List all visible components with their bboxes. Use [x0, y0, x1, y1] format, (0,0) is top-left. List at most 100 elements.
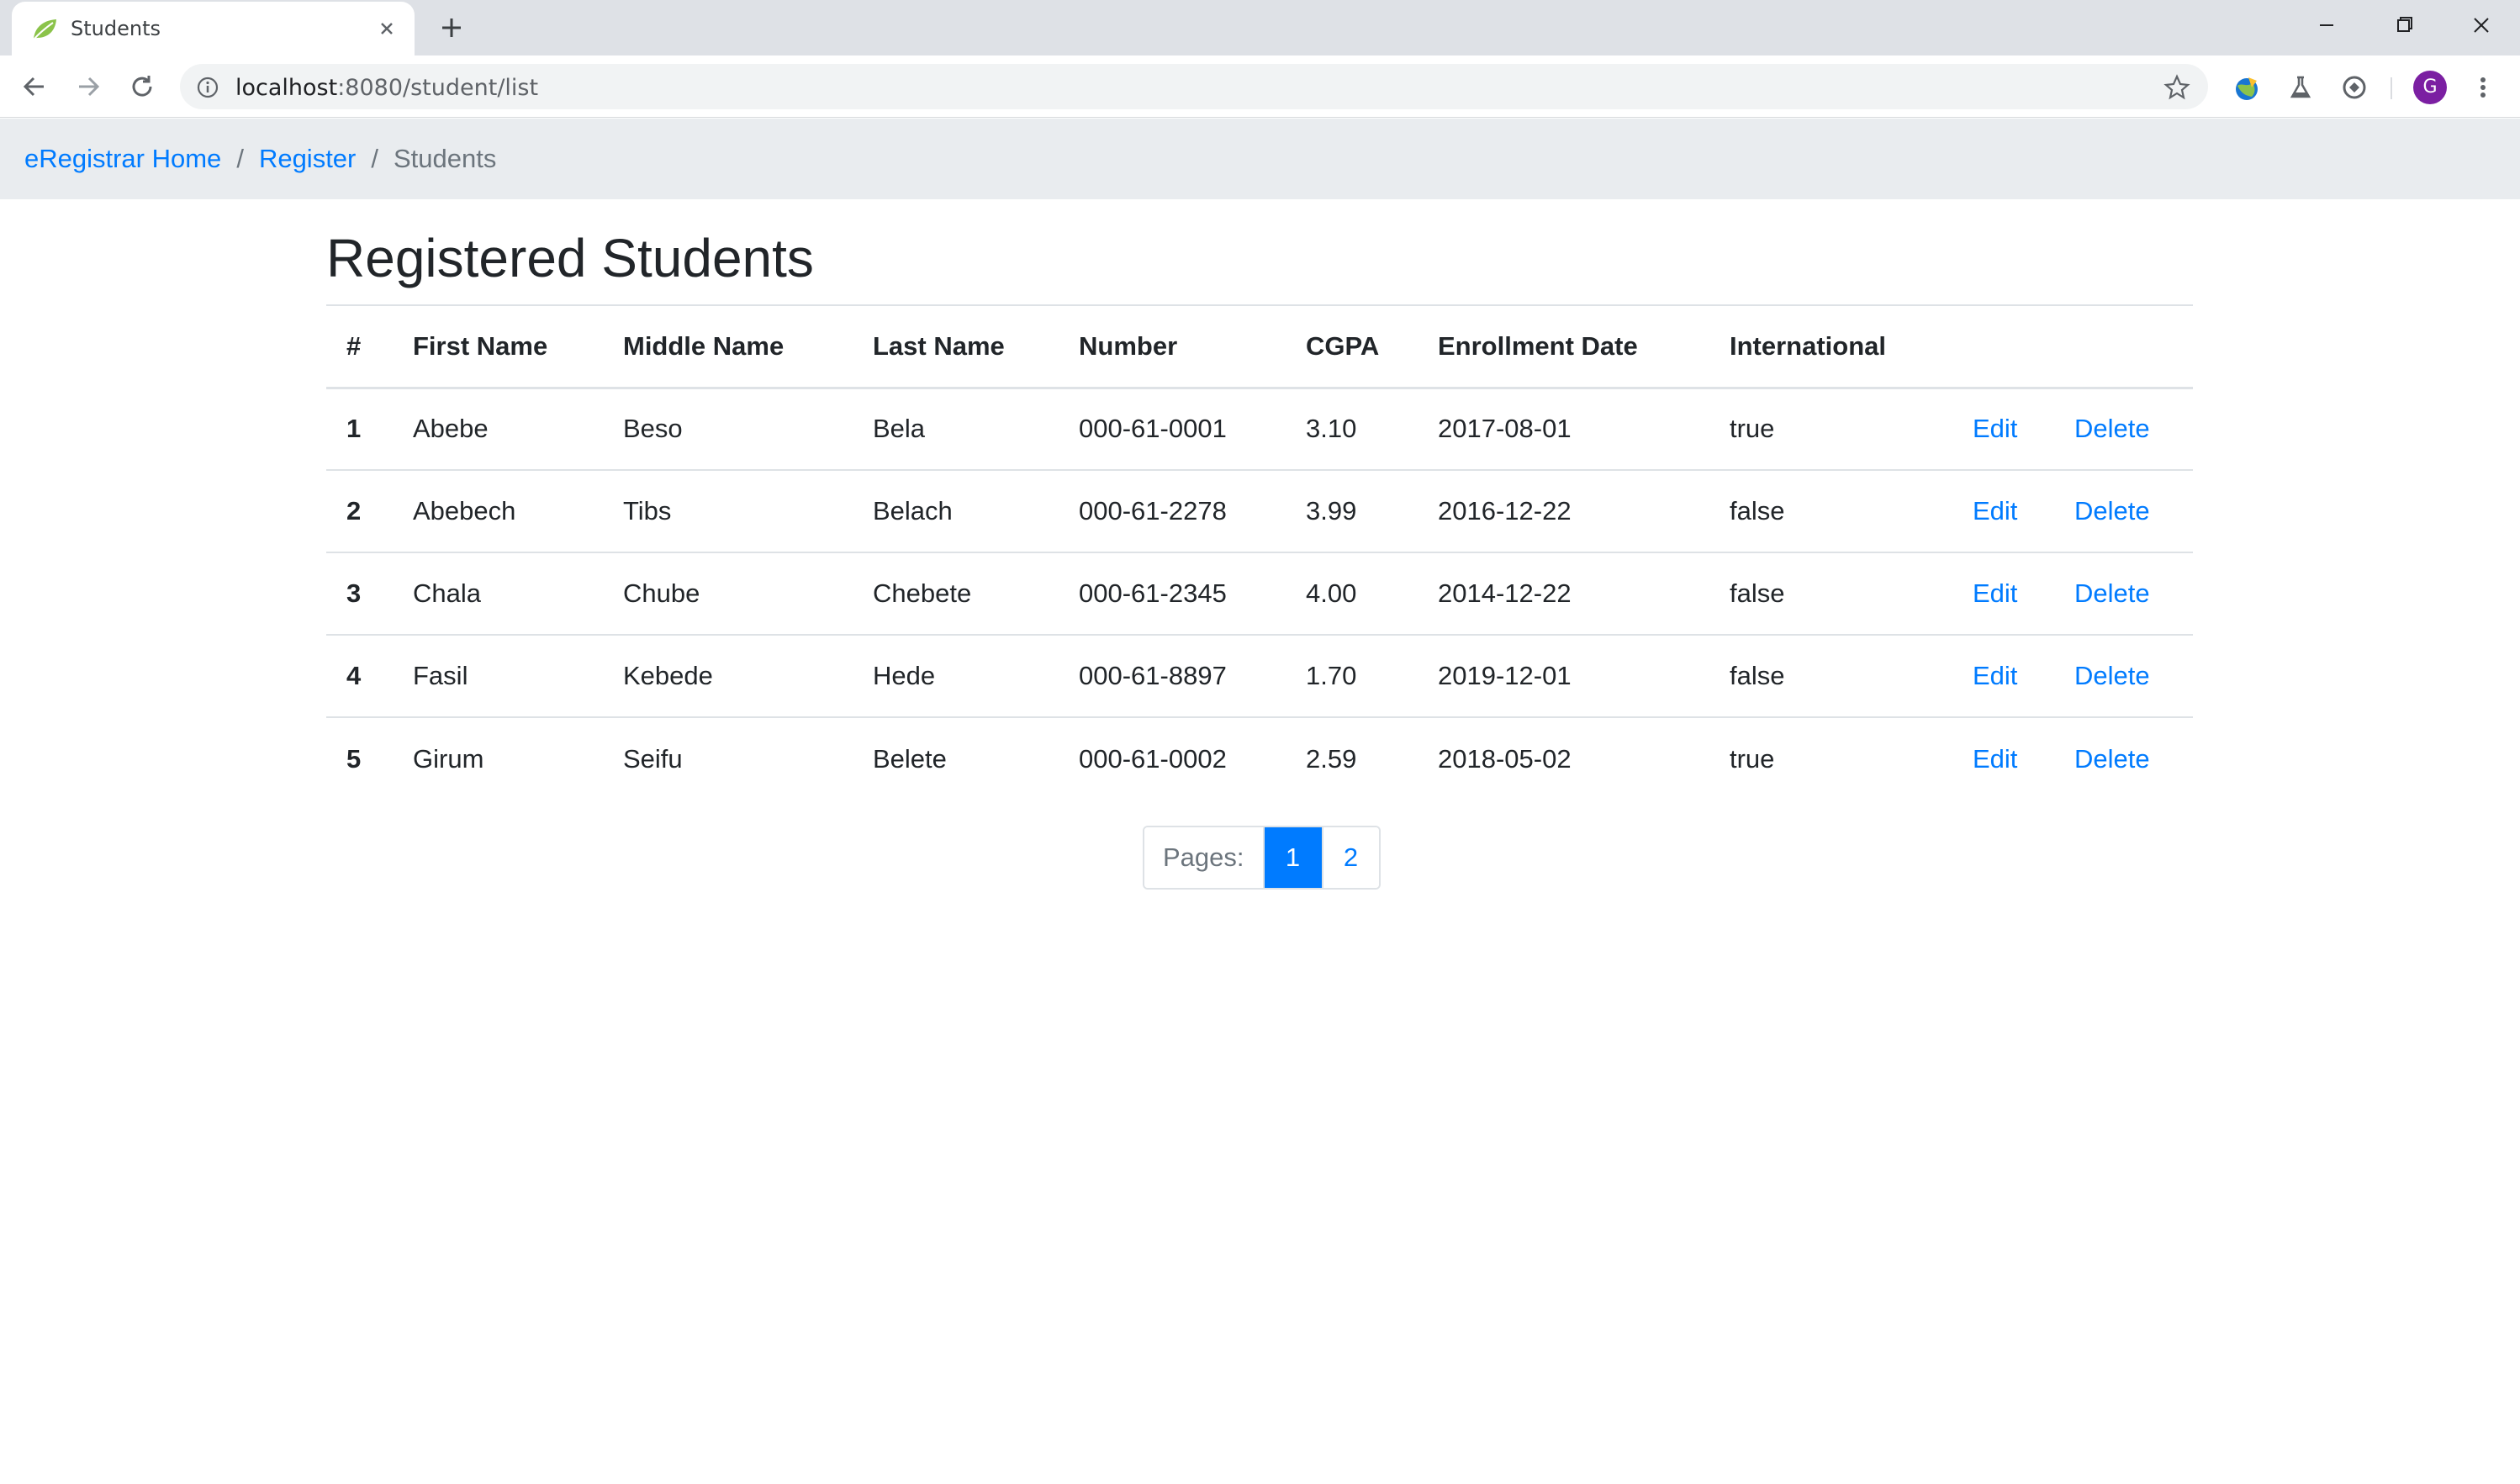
delete-link[interactable]: Delete	[2074, 744, 2150, 774]
cell-first-name: Girum	[413, 716, 623, 800]
flask-extension-icon[interactable]	[2284, 71, 2317, 104]
delete-cell: Delete	[2074, 552, 2193, 635]
delete-cell: Delete	[2074, 388, 2193, 470]
delete-link[interactable]: Delete	[2074, 414, 2150, 443]
header-delete-spacer	[2074, 304, 2193, 389]
leaf-favicon-icon	[33, 19, 56, 40]
delete-link[interactable]: Delete	[2074, 661, 2150, 690]
cell-middle-name: Chube	[623, 552, 873, 635]
table-header: # First Name Middle Name Last Name Numbe…	[326, 304, 2193, 389]
page-title: Registered Students	[326, 228, 814, 288]
sync-extension-icon[interactable]	[2338, 71, 2371, 104]
header-index: #	[326, 304, 413, 389]
toolbar-separator	[2391, 77, 2392, 99]
breadcrumb-current: Students	[394, 144, 497, 173]
cell-first-name: Chala	[413, 552, 623, 635]
info-icon[interactable]	[195, 75, 220, 100]
cell-international: false	[1730, 634, 1973, 717]
cell-international: true	[1730, 716, 1973, 800]
star-icon[interactable]	[2163, 73, 2191, 102]
plus-icon[interactable]	[437, 13, 466, 42]
delete-link[interactable]: Delete	[2074, 578, 2150, 608]
row-index: 4	[326, 634, 413, 717]
header-enrollment-date: Enrollment Date	[1438, 304, 1730, 389]
url-host: localhost	[235, 75, 338, 101]
minimize-icon[interactable]	[2306, 8, 2348, 42]
row-index: 5	[326, 716, 413, 800]
breadcrumb-register-link[interactable]: Register	[259, 144, 356, 174]
pagination: Pages: 1 2	[1143, 826, 1381, 890]
forward-icon[interactable]	[72, 71, 104, 103]
cell-number: 000-61-8897	[1079, 634, 1306, 717]
browser-tab[interactable]: Students	[12, 2, 415, 55]
restore-icon[interactable]	[2383, 8, 2425, 42]
header-middle-name: Middle Name	[623, 304, 873, 389]
header-first-name: First Name	[413, 304, 623, 389]
cell-last-name: Belach	[873, 469, 1079, 552]
edit-cell: Edit	[1973, 552, 2074, 635]
students-table: # First Name Middle Name Last Name Numbe…	[326, 304, 2193, 800]
cell-first-name: Fasil	[413, 634, 623, 717]
row-index: 1	[346, 414, 362, 444]
header-last-name: Last Name	[873, 304, 1079, 389]
menu-dots-icon[interactable]	[2470, 71, 2496, 104]
cell-middle-name: Seifu	[623, 716, 873, 800]
cell-cgpa: 2.59	[1306, 716, 1438, 800]
page-button-2[interactable]: 2	[1321, 827, 1379, 888]
header-international: International	[1730, 304, 1973, 389]
table-body: 1 Abebe Beso Bela 000-61-0001 3.10 2017-…	[326, 388, 2193, 800]
reload-icon[interactable]	[126, 71, 158, 103]
edit-link[interactable]: Edit	[1973, 578, 2017, 608]
edit-cell: Edit	[1973, 469, 2074, 552]
edit-link[interactable]: Edit	[1973, 496, 2017, 525]
breadcrumb-separator: /	[371, 144, 378, 173]
globe-extension-icon[interactable]	[2230, 71, 2264, 104]
cell-last-name: Belete	[873, 716, 1079, 800]
edit-link[interactable]: Edit	[1973, 661, 2017, 690]
cell-last-name: Bela	[873, 414, 926, 444]
cell-enrollment-date: 2017-08-01	[1438, 414, 1572, 444]
cell-enrollment-date: 2018-05-02	[1438, 716, 1730, 800]
close-icon[interactable]	[373, 15, 400, 42]
delete-link[interactable]: Delete	[2074, 496, 2150, 525]
table-row: 1 Abebe Beso Bela 000-61-0001 3.10 2017-…	[326, 388, 2193, 470]
window-close-icon[interactable]	[2460, 8, 2502, 42]
cell-enrollment-date: 2016-12-22	[1438, 469, 1730, 552]
edit-cell: Edit	[1973, 716, 2074, 800]
table-row: 3 Chala Chube Chebete 000-61-2345 4.00 2…	[326, 552, 2193, 635]
table-row: 5 Girum Seifu Belete 000-61-0002 2.59 20…	[326, 716, 2193, 800]
header-cgpa: CGPA	[1306, 304, 1438, 389]
back-icon[interactable]	[18, 71, 50, 103]
cell-first-name: Abebe	[413, 414, 489, 444]
delete-cell: Delete	[2074, 634, 2193, 717]
breadcrumb-separator: /	[236, 144, 244, 173]
url-text[interactable]: localhost:8080/student/list	[235, 75, 538, 101]
cell-international: false	[1730, 552, 1973, 635]
cell-number: 000-61-0001	[1079, 414, 1227, 444]
delete-cell: Delete	[2074, 716, 2193, 800]
cell-last-name: Chebete	[873, 552, 1079, 635]
tab-title: Students	[71, 17, 161, 40]
cell-cgpa: 4.00	[1306, 552, 1438, 635]
breadcrumb: eRegistrar Home / Register / Students	[0, 119, 2520, 199]
address-bar[interactable]: localhost:8080/student/list	[180, 64, 2208, 109]
profile-avatar[interactable]: G	[2413, 71, 2447, 104]
cell-enrollment-date: 2019-12-01	[1438, 634, 1730, 717]
delete-cell: Delete	[2074, 469, 2193, 552]
browser-toolbar: localhost:8080/student/list G	[0, 55, 2520, 118]
edit-link[interactable]: Edit	[1973, 414, 2017, 443]
page-button-1[interactable]: 1	[1264, 827, 1322, 888]
cell-first-name: Abebech	[413, 469, 623, 552]
cell-cgpa: 1.70	[1306, 634, 1438, 717]
edit-cell: Edit	[1973, 634, 2074, 717]
pagination-label: Pages:	[1144, 827, 1265, 888]
cell-middle-name: Tibs	[623, 469, 873, 552]
row-index: 2	[326, 469, 413, 552]
cell-international: true	[1730, 414, 1775, 444]
edit-link[interactable]: Edit	[1973, 744, 2017, 774]
cell-middle-name: Kebede	[623, 634, 873, 717]
breadcrumb-home-link[interactable]: eRegistrar Home	[24, 144, 221, 174]
cell-middle-name: Beso	[623, 414, 683, 444]
header-number: Number	[1079, 304, 1306, 389]
browser-tab-strip: Students	[0, 0, 2520, 55]
